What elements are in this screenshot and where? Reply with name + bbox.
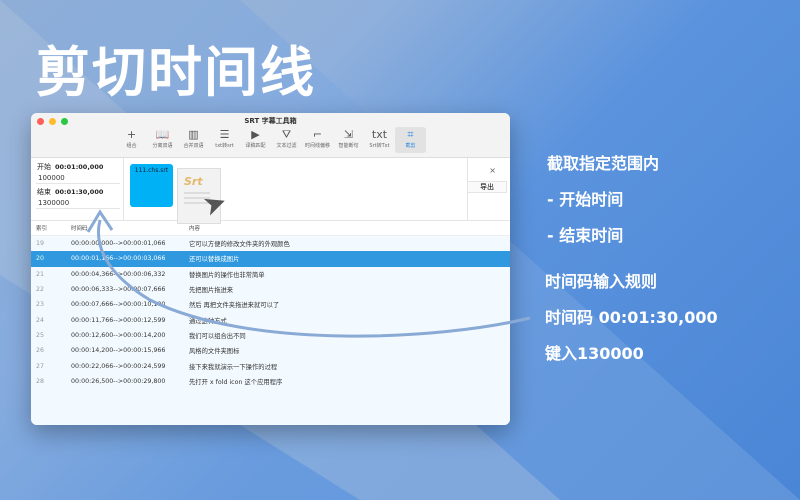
note-4: 时间码输入规则 <box>545 272 658 291</box>
note-5: 时间码 00:01:30,000 <box>545 308 718 327</box>
note-2: - 开始时间 <box>547 190 624 209</box>
note-3: - 结束时间 <box>547 226 624 245</box>
note-1: 截取指定范围内 <box>547 154 660 173</box>
annotation-arrow <box>86 209 531 338</box>
note-6: 键入130000 <box>545 344 644 363</box>
